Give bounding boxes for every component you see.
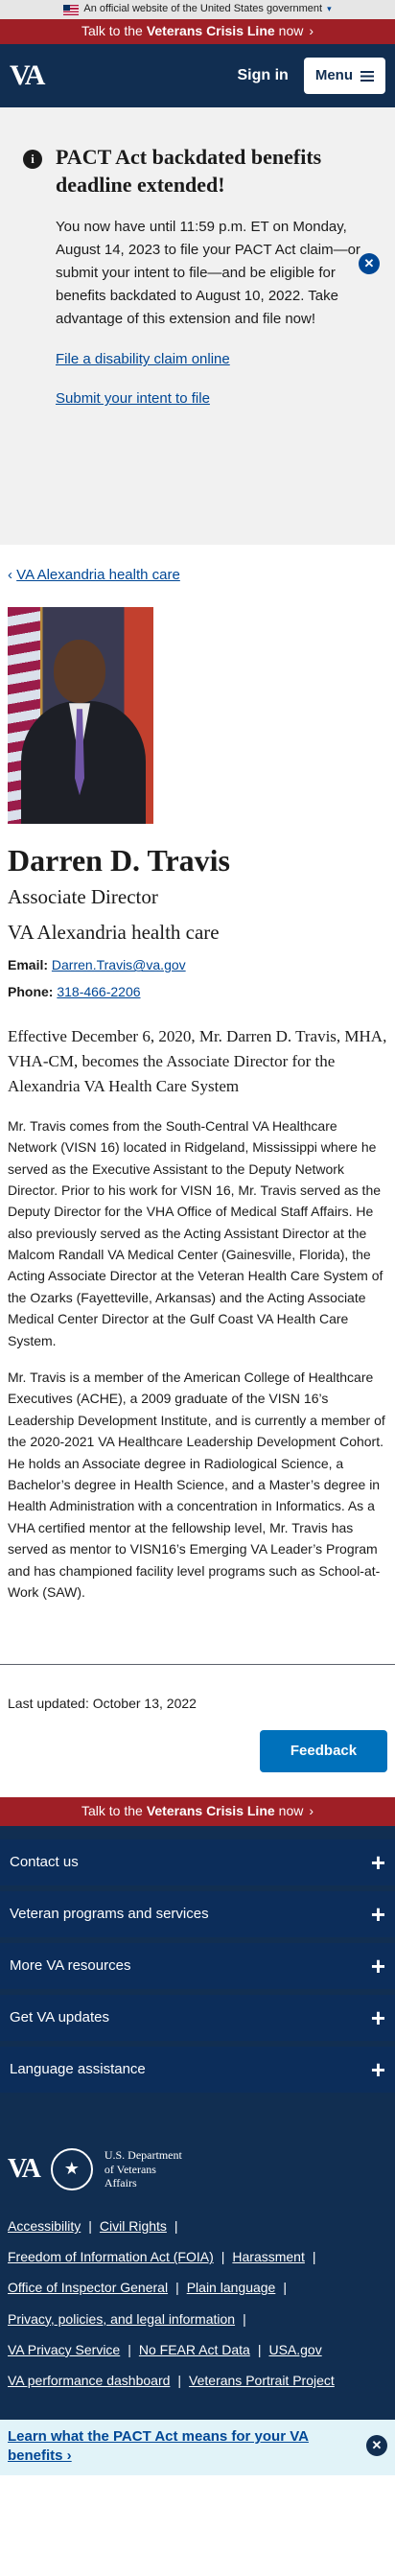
close-icon[interactable]: ✕ — [359, 253, 380, 274]
footer-logos: VA ★ U.S. Department of Veterans Affairs — [0, 2098, 395, 2210]
info-icon: i — [23, 150, 42, 169]
plus-icon: + — [370, 1848, 385, 1878]
accordion-label: Contact us — [10, 1854, 79, 1871]
email-label: Email: — [8, 957, 49, 973]
chevron-right-icon: › — [309, 23, 314, 39]
footer-link[interactable]: Freedom of Information Act (FOIA) — [8, 2249, 214, 2264]
footer-link[interactable]: VA performance dashboard — [8, 2373, 170, 2388]
crisis-line-name: Veterans Crisis Line — [146, 23, 275, 39]
pact-act-link[interactable]: Learn what the PACT Act means for your V… — [8, 2427, 324, 2467]
accordion-label: Veteran programs and services — [10, 1906, 209, 1923]
footer-link[interactable]: Harassment — [232, 2249, 304, 2264]
bio-intro: Effective December 6, 2020, Mr. Darren D… — [8, 1026, 387, 1096]
footer-link[interactable]: USA.gov — [268, 2342, 321, 2357]
plus-icon: + — [370, 1900, 385, 1930]
footer-link[interactable]: Accessibility — [8, 2218, 81, 2234]
phone-link[interactable]: 318-466-2206 — [57, 984, 140, 999]
footer-accordion-contact-us[interactable]: Contact us + — [0, 1839, 395, 1892]
bio-paragraph: Mr. Travis is a member of the American C… — [8, 1370, 385, 1600]
file-claim-link[interactable]: File a disability claim online — [56, 348, 376, 370]
close-icon[interactable]: ✕ — [366, 2435, 387, 2457]
contact-info: Email: Darren.Travis@va.gov Phone: 318-4… — [8, 955, 387, 1002]
separator: | — [312, 2249, 316, 2265]
va-logo[interactable]: VA — [10, 54, 45, 99]
separator: | — [257, 2341, 262, 2357]
pact-alert: i ✕ PACT Act backdated benefits deadline… — [0, 107, 395, 545]
menu-label: Menu — [314, 67, 353, 84]
separator: | — [243, 2310, 246, 2327]
menu-button[interactable]: Menu — [303, 58, 385, 94]
breadcrumb: ‹ VA Alexandria health care — [8, 564, 387, 586]
phone-label: Phone: — [8, 984, 54, 1000]
crisis-prefix: Talk to the — [81, 1803, 143, 1819]
accordion-label: Get VA updates — [10, 2009, 109, 2026]
alert-title: PACT Act backdated benefits deadline ext… — [56, 145, 322, 197]
gov-banner: An official website of the United States… — [0, 0, 395, 19]
footer-accordion-language[interactable]: Language assistance + — [0, 2047, 395, 2099]
footer-link[interactable]: Plain language — [187, 2280, 276, 2295]
hamburger-icon — [360, 70, 374, 82]
bio-paragraph: Mr. Travis comes from the South-Central … — [8, 1117, 383, 1348]
last-updated: Last updated: October 13, 2022 — [8, 1696, 197, 1712]
footer-accordion-get-updates[interactable]: Get VA updates + — [0, 1995, 395, 2048]
chevron-left-icon: ‹ — [8, 567, 12, 583]
crisis-line-banner[interactable]: Talk to the Veterans Crisis Line now › — [0, 19, 395, 44]
plus-icon: + — [370, 1952, 385, 1981]
plus-icon: + — [370, 2003, 385, 2033]
footer-link[interactable]: VA Privacy Service — [8, 2342, 120, 2357]
alert-body: You now have until 11:59 p.m. ET on Mond… — [56, 219, 360, 328]
email-link[interactable]: Darren.Travis@va.gov — [52, 957, 186, 972]
separator: | — [128, 2341, 131, 2357]
crisis-suffix: now — [278, 23, 304, 39]
department-name: U.S. Department of Veterans Affairs — [104, 2148, 182, 2190]
main-content: ‹ VA Alexandria health care Darren D. Tr… — [0, 564, 395, 1603]
footer-accordion-more-resources[interactable]: More VA resources + — [0, 1943, 395, 1996]
footer-link[interactable]: Office of Inspector General — [8, 2280, 168, 2295]
crisis-suffix: now — [278, 1803, 304, 1819]
footer-link[interactable]: Veterans Portrait Project — [189, 2373, 335, 2388]
chevron-down-icon[interactable]: ▾ — [327, 3, 332, 16]
va-logo[interactable]: VA — [8, 2148, 41, 2190]
site-footer: Talk to the Veterans Crisis Line now › C… — [0, 1797, 395, 2421]
crisis-prefix: Talk to the — [81, 23, 143, 39]
divider — [0, 1664, 395, 1666]
footer-link[interactable]: Privacy, policies, and legal information — [8, 2311, 235, 2327]
breadcrumb-link[interactable]: VA Alexandria health care — [16, 567, 180, 583]
footer-links: Accessibility | Civil Rights | Freedom of I… — [0, 2210, 395, 2420]
chevron-right-icon: › — [309, 1803, 314, 1819]
sign-in-button[interactable]: Sign in — [238, 64, 289, 88]
footer-crisis-line[interactable]: Talk to the Veterans Crisis Line now › — [0, 1797, 395, 1827]
us-flag-icon — [63, 4, 80, 15]
footer-link[interactable]: Civil Rights — [100, 2218, 167, 2234]
staff-facility: VA Alexandria health care — [8, 920, 220, 944]
footer-accordion-veteran-programs[interactable]: Veteran programs and services + — [0, 1891, 395, 1944]
staff-photo — [8, 607, 153, 825]
staff-name: Darren D. Travis — [8, 843, 230, 878]
footer-link[interactable]: No FEAR Act Data — [139, 2342, 250, 2357]
separator: | — [175, 2280, 179, 2296]
separator: | — [177, 2372, 182, 2388]
accordion-label: Language assistance — [10, 2061, 146, 2078]
pact-act-banner: Learn what the PACT Act means for your V… — [0, 2420, 395, 2476]
separator: | — [88, 2218, 92, 2235]
separator: | — [221, 2249, 225, 2265]
separator: | — [174, 2218, 178, 2235]
separator: | — [283, 2280, 287, 2296]
accordion-label: More VA resources — [10, 1957, 131, 1975]
intent-to-file-link[interactable]: Submit your intent to file — [56, 387, 376, 410]
gov-banner-text: An official website of the United States… — [83, 3, 323, 15]
staff-role: Associate Director — [8, 885, 158, 909]
va-seal-icon: ★ — [50, 2148, 93, 2191]
plus-icon: + — [370, 2055, 385, 2085]
crisis-line-name: Veterans Crisis Line — [146, 1803, 275, 1819]
feedback-button[interactable]: Feedback — [260, 1730, 387, 1773]
site-header: VA Sign in Menu — [0, 44, 395, 107]
